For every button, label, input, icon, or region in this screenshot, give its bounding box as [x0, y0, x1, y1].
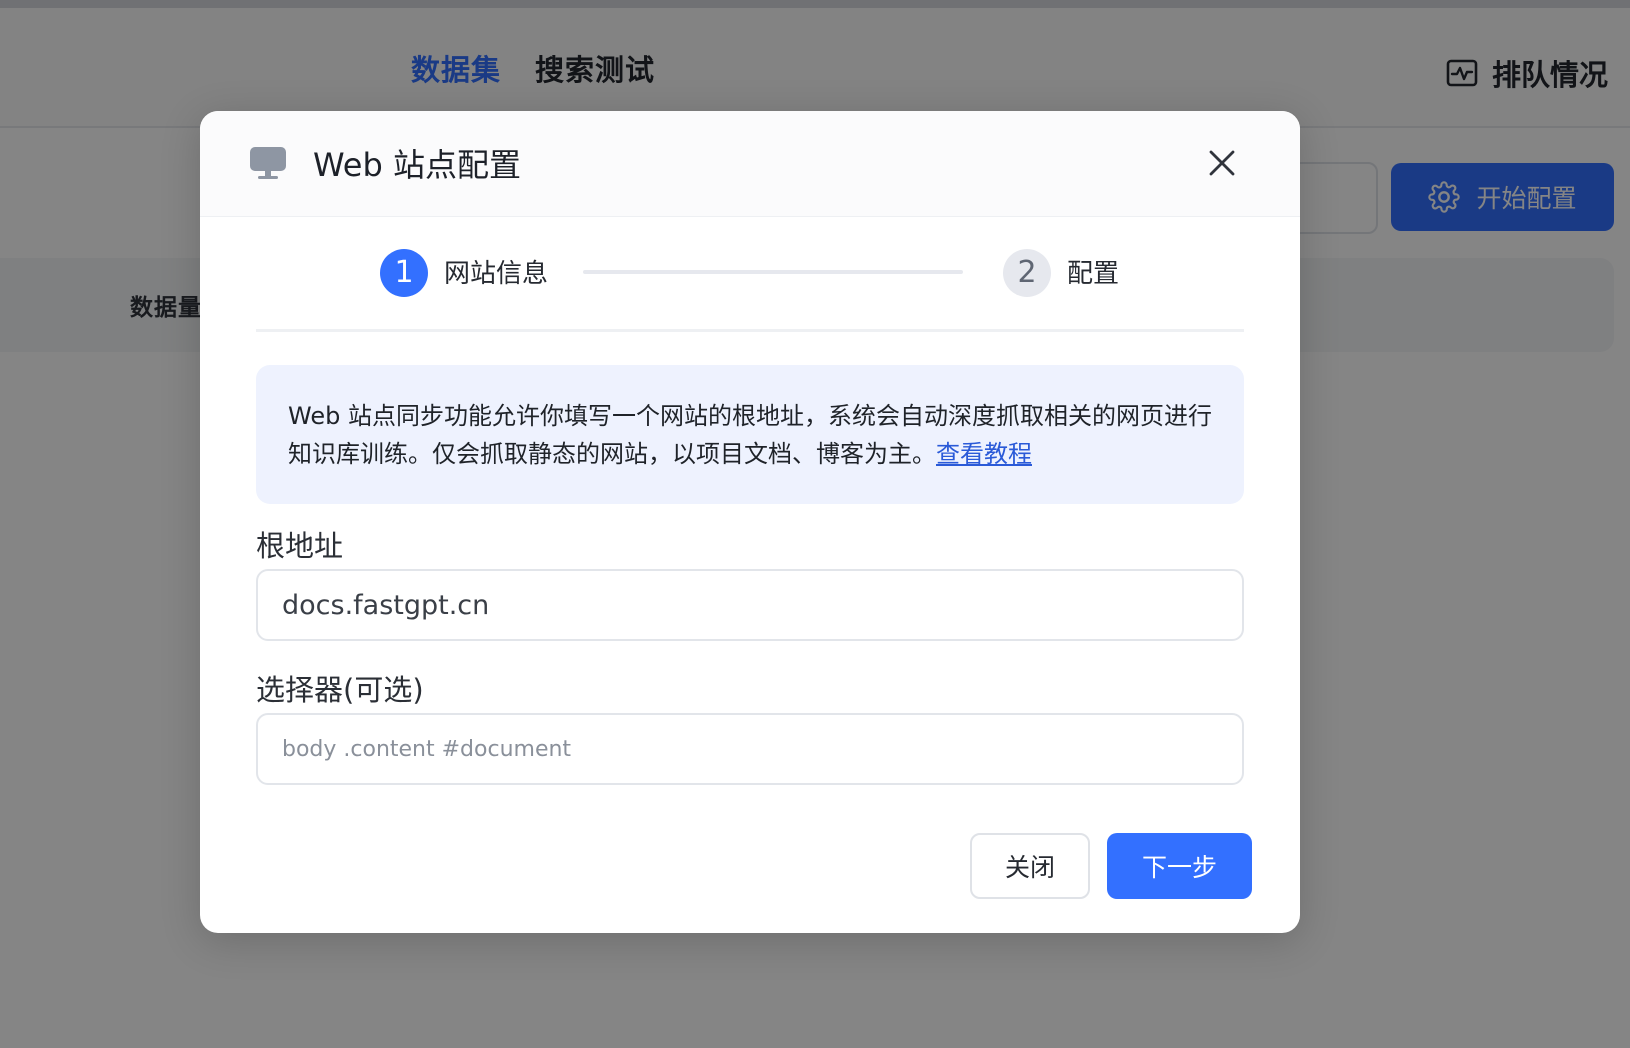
info-box: Web 站点同步功能允许你填写一个网站的根地址，系统会自动深度抓取相关的网页进行… [256, 365, 1244, 504]
step-2-label: 配置 [1067, 259, 1120, 289]
modal-header: Web 站点配置 [200, 111, 1300, 217]
selector-label: 选择器(可选) [256, 673, 424, 707]
steps-divider [256, 329, 1244, 332]
selector-input[interactable] [256, 713, 1244, 785]
tutorial-link[interactable]: 查看教程 [936, 440, 1032, 468]
root-url-label: 根地址 [256, 529, 344, 563]
close-button[interactable] [1200, 141, 1244, 185]
step-2-circle: 2 [1003, 249, 1051, 297]
info-text: Web 站点同步功能允许你填写一个网站的根地址，系统会自动深度抓取相关的网页进行… [288, 402, 1212, 468]
monitor-icon [250, 147, 286, 179]
close-icon [1209, 150, 1235, 176]
modal-title: Web 站点配置 [313, 146, 521, 184]
next-step-button[interactable]: 下一步 [1107, 833, 1252, 899]
step-connector [583, 270, 963, 274]
step-1-label: 网站信息 [444, 259, 549, 289]
web-site-config-modal: Web 站点配置 1 网站信息 2 配置 Web 站点同步功能允许你填写一个网站… [200, 111, 1300, 933]
step-1-circle: 1 [380, 249, 428, 297]
root-url-input[interactable] [256, 569, 1244, 641]
cancel-button[interactable]: 关闭 [970, 833, 1090, 899]
